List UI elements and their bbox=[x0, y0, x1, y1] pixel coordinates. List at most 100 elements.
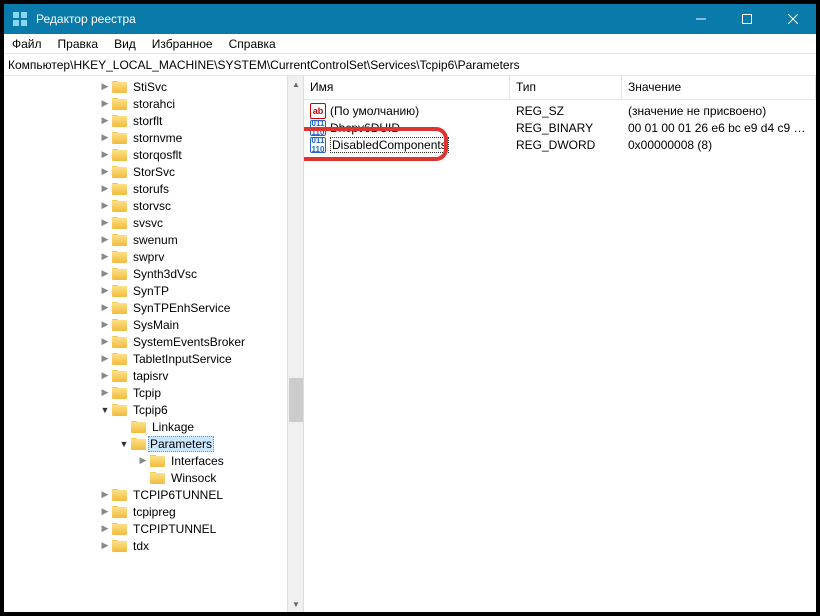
tree-item[interactable]: ▶storahci bbox=[4, 95, 303, 112]
expander-icon[interactable]: ▶ bbox=[137, 455, 149, 466]
tree-item[interactable]: ▶SynTPEnhService bbox=[4, 299, 303, 316]
expander-icon[interactable]: ▶ bbox=[99, 183, 111, 194]
expander-icon[interactable]: ▼ bbox=[99, 405, 111, 415]
tree-item-label: swprv bbox=[131, 250, 166, 264]
maximize-button[interactable] bbox=[724, 4, 770, 34]
expander-icon[interactable]: ▶ bbox=[99, 387, 111, 398]
tree-item[interactable]: ▶TCPIP6TUNNEL bbox=[4, 486, 303, 503]
expander-icon[interactable]: ▶ bbox=[99, 81, 111, 92]
tree-item[interactable]: Winsock bbox=[4, 469, 303, 486]
expander-icon[interactable]: ▶ bbox=[99, 302, 111, 313]
tree-item[interactable]: ▶StiSvc bbox=[4, 78, 303, 95]
addressbar[interactable]: Компьютер\HKEY_LOCAL_MACHINE\SYSTEM\Curr… bbox=[4, 54, 816, 76]
tree-item[interactable]: ▶Interfaces bbox=[4, 452, 303, 469]
address-path: Компьютер\HKEY_LOCAL_MACHINE\SYSTEM\Curr… bbox=[8, 58, 520, 72]
expander-icon[interactable]: ▶ bbox=[99, 217, 111, 228]
tree-scrollbar[interactable]: ▲ ▼ bbox=[287, 76, 303, 612]
folder-icon bbox=[112, 488, 128, 501]
expander-icon[interactable]: ▶ bbox=[99, 523, 111, 534]
list-row[interactable]: 011110Dhcpv6DUIDREG_BINARY00 01 00 01 26… bbox=[304, 119, 816, 136]
tree-item[interactable]: ▼Parameters bbox=[4, 435, 303, 452]
tree-item[interactable]: ▶ Tcpip bbox=[4, 384, 303, 401]
expander-icon[interactable]: ▶ bbox=[99, 489, 111, 500]
menu-favorites[interactable]: Избранное bbox=[144, 37, 221, 51]
minimize-button[interactable] bbox=[678, 4, 724, 34]
value-name-editing[interactable]: DisabledComponents bbox=[330, 137, 449, 153]
expander-icon[interactable]: ▶ bbox=[99, 166, 111, 177]
tree-item-label: Tcpip6 bbox=[131, 403, 170, 417]
tree-item[interactable]: ▶ swprv bbox=[4, 248, 303, 265]
folder-icon bbox=[131, 420, 147, 433]
folder-icon bbox=[150, 471, 166, 484]
tree-item-label: storflt bbox=[131, 114, 164, 128]
window-title: Редактор реестра bbox=[36, 12, 678, 26]
expander-icon[interactable]: ▶ bbox=[99, 98, 111, 109]
tree-item[interactable]: ▶ Synth3dVsc bbox=[4, 265, 303, 282]
titlebar[interactable]: Редактор реестра bbox=[4, 4, 816, 34]
folder-icon bbox=[112, 539, 128, 552]
list-row[interactable]: 011110DisabledComponentsREG_DWORD0x00000… bbox=[304, 136, 816, 153]
expander-icon[interactable]: ▶ bbox=[99, 285, 111, 296]
expander-icon[interactable]: ▶ bbox=[99, 336, 111, 347]
tree-item[interactable]: ▶ storvsc bbox=[4, 197, 303, 214]
tree-item[interactable]: ▶tdx bbox=[4, 537, 303, 554]
scrollbar-thumb[interactable] bbox=[289, 378, 303, 422]
expander-icon[interactable]: ▶ bbox=[99, 540, 111, 551]
menu-edit[interactable]: Правка bbox=[50, 37, 107, 51]
list-row[interactable]: ab(По умолчанию)REG_SZ(значение не присв… bbox=[304, 102, 816, 119]
tree-item[interactable]: ▶storufs bbox=[4, 180, 303, 197]
expander-icon[interactable]: ▶ bbox=[99, 268, 111, 279]
expander-icon[interactable]: ▶ bbox=[99, 319, 111, 330]
expander-icon[interactable]: ▶ bbox=[99, 200, 111, 211]
expander-icon[interactable]: ▶ bbox=[99, 115, 111, 126]
binary-value-icon: 011110 bbox=[310, 120, 326, 136]
window-controls bbox=[678, 4, 816, 34]
folder-icon bbox=[112, 369, 128, 382]
tree-item-label: storvsc bbox=[131, 199, 173, 213]
tree-panel[interactable]: ▶StiSvc▶storahci▶storflt▶stornvme▶storqo… bbox=[4, 76, 304, 612]
tree-item[interactable]: ▶TCPIPTUNNEL bbox=[4, 520, 303, 537]
column-value-header[interactable]: Значение bbox=[622, 76, 816, 99]
tree-item-label: Synth3dVsc bbox=[131, 267, 199, 281]
folder-icon bbox=[112, 80, 128, 93]
tree-item[interactable]: ▶ storflt bbox=[4, 112, 303, 129]
value-data: 00 01 00 01 26 e6 bc e9 d4 c9 ef 4f 5 bbox=[622, 121, 816, 135]
folder-icon bbox=[112, 250, 128, 263]
tree-item-label: stornvme bbox=[131, 131, 184, 145]
tree-item[interactable]: ▶ swenum bbox=[4, 231, 303, 248]
menu-view[interactable]: Вид bbox=[106, 37, 144, 51]
tree-item[interactable]: ▶svsvc bbox=[4, 214, 303, 231]
expander-icon[interactable]: ▶ bbox=[99, 506, 111, 517]
tree-item-label: swenum bbox=[131, 233, 180, 247]
tree-item[interactable]: ▶TabletInputService bbox=[4, 350, 303, 367]
expander-icon[interactable]: ▶ bbox=[99, 370, 111, 381]
tree-item[interactable]: ▶StorSvc bbox=[4, 163, 303, 180]
tree-item[interactable]: ▶tapisrv bbox=[4, 367, 303, 384]
column-type-header[interactable]: Тип bbox=[510, 76, 622, 99]
tree-item[interactable]: ▶ stornvme bbox=[4, 129, 303, 146]
scroll-down-icon[interactable]: ▼ bbox=[288, 596, 304, 612]
menu-file[interactable]: Файл bbox=[4, 37, 50, 51]
tree-item-label: Tcpip bbox=[131, 386, 163, 400]
tree-item[interactable]: Linkage bbox=[4, 418, 303, 435]
menu-help[interactable]: Справка bbox=[221, 37, 284, 51]
tree-item[interactable]: ▶SysMain bbox=[4, 316, 303, 333]
tree-item[interactable]: ▶storqosflt bbox=[4, 146, 303, 163]
close-button[interactable] bbox=[770, 4, 816, 34]
scroll-up-icon[interactable]: ▲ bbox=[288, 76, 304, 92]
expander-icon[interactable]: ▶ bbox=[99, 149, 111, 160]
tree-item[interactable]: ▶tcpipreg bbox=[4, 503, 303, 520]
tree-item[interactable]: ▶SynTP bbox=[4, 282, 303, 299]
column-name-header[interactable]: Имя bbox=[304, 76, 510, 99]
expander-icon[interactable]: ▼ bbox=[118, 439, 130, 449]
tree-item[interactable]: ▼ Tcpip6 bbox=[4, 401, 303, 418]
expander-icon[interactable]: ▶ bbox=[99, 132, 111, 143]
folder-icon bbox=[112, 403, 128, 416]
value-type: REG_SZ bbox=[510, 104, 622, 118]
expander-icon[interactable]: ▶ bbox=[99, 251, 111, 262]
tree-item[interactable]: ▶SystemEventsBroker bbox=[4, 333, 303, 350]
folder-icon bbox=[150, 454, 166, 467]
expander-icon[interactable]: ▶ bbox=[99, 234, 111, 245]
expander-icon[interactable]: ▶ bbox=[99, 353, 111, 364]
list-panel[interactable]: Имя Тип Значение ab(По умолчанию)REG_SZ(… bbox=[304, 76, 816, 612]
